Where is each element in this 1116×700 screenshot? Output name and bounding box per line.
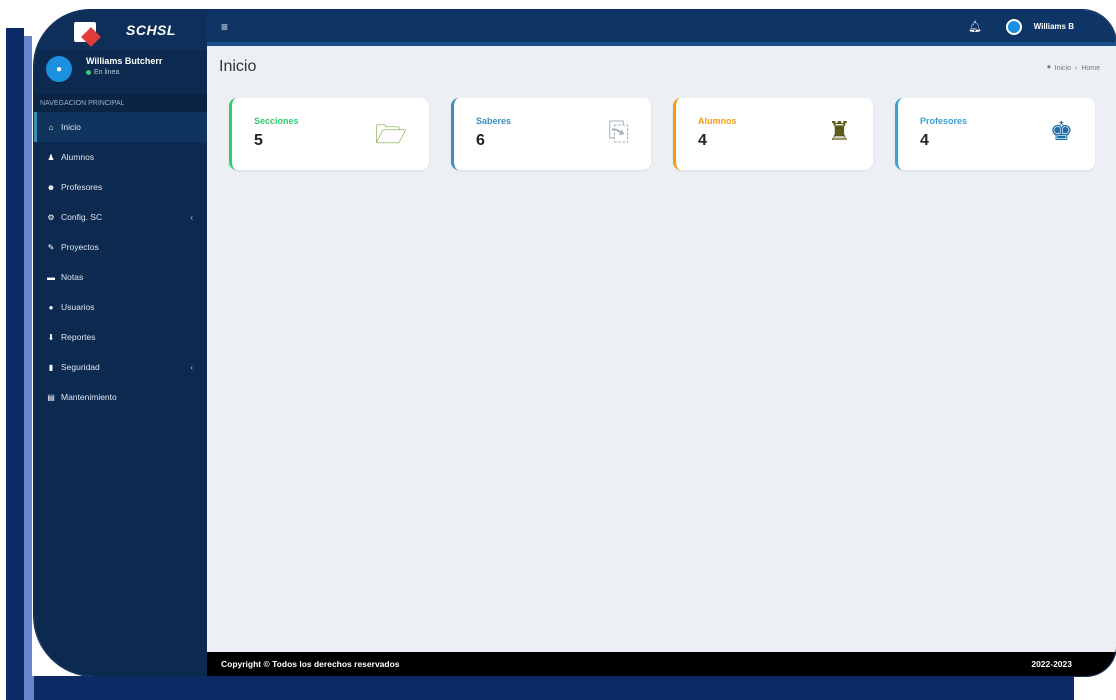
home-icon: ⌂	[48, 122, 54, 132]
database-icon: ▤	[47, 392, 55, 402]
sidebar-item-label: Profesores	[61, 182, 103, 192]
copy-icon: ⎘	[608, 116, 629, 146]
folder-open-icon: 🗁	[374, 119, 407, 149]
sidebar-item-label: Inicio	[61, 122, 81, 132]
sidebar-nav: ⌂ Inicio ♟ Alumnos ☻ Profesores ⚙ Config. SC ‹ ✎ P…	[34, 112, 207, 412]
sidebar-item-label: Proyectos	[61, 242, 99, 252]
bell-icon[interactable]: 🔔︎	[968, 20, 982, 33]
main-content: Inicio ⏺ Inicio › Home Secciones 5 🗁 Sabere…	[207, 50, 1116, 652]
stat-card-label: Alumnos	[698, 116, 737, 126]
user-name: Williams Butcherr	[86, 56, 163, 66]
sidebar-item-alumnos[interactable]: ♟ Alumnos	[34, 142, 207, 172]
user-circle-icon: ●	[48, 302, 54, 312]
sidebar-item-label: Seguridad	[61, 362, 100, 372]
lock-icon: ▮	[48, 362, 54, 372]
avatar: ●	[46, 56, 72, 82]
sidebar-item-label: Usuarios	[61, 302, 95, 312]
stat-card-label: Profesores	[920, 116, 968, 126]
user-status: En linea	[86, 69, 119, 76]
stat-card-value: 6	[476, 132, 485, 149]
sidebar-item-reportes[interactable]: ⬇ Reportes	[34, 322, 207, 352]
sidebar-item-seguridad[interactable]: ▮ Seguridad ‹	[34, 352, 207, 382]
footer-years: 2022-2023	[1031, 659, 1072, 669]
stat-card-value: 5	[254, 132, 263, 149]
decorative-frame-left-inner	[24, 36, 32, 700]
sidebar-item-notas[interactable]: ▬ Notas	[34, 262, 207, 292]
user-status-label: En linea	[94, 69, 120, 76]
stat-cards: Secciones 5 🗁 Saberes 6 ⎘ Alumnos 4 ♜ Profesores 4…	[229, 98, 1095, 170]
sidebar-item-profesores[interactable]: ☻ Profesores	[34, 172, 207, 202]
sidebar: SCHSL ● Williams Butcherr En linea NAVEG…	[34, 10, 207, 676]
stat-card-label: Secciones	[254, 116, 299, 126]
breadcrumb-home[interactable]: Inicio	[1055, 65, 1071, 72]
user-panel: ● Williams Butcherr En linea	[34, 50, 207, 94]
brand[interactable]: SCHSL	[34, 10, 207, 50]
dashboard-icon: ⏺	[1047, 64, 1051, 71]
cogs-icon: ⚙	[47, 212, 55, 222]
stat-card-secciones[interactable]: Secciones 5 🗁	[229, 98, 429, 170]
sidebar-item-label: Config. SC	[61, 212, 103, 222]
stat-card-value: 4	[698, 132, 707, 149]
user-icon: ♟	[47, 152, 55, 162]
page-title: Inicio	[219, 58, 257, 75]
topbar-user-name[interactable]: Williams B	[1034, 22, 1074, 31]
sidebar-item-inicio[interactable]: ⌂ Inicio	[34, 112, 207, 142]
sidebar-item-config-sc[interactable]: ⚙ Config. SC ‹	[34, 202, 207, 232]
chevron-left-icon: ‹	[190, 362, 193, 372]
nav-header: NAVEGACION PRINCIPAL	[34, 94, 207, 112]
brand-title: SCHSL	[126, 22, 176, 38]
stat-card-value: 4	[920, 132, 929, 149]
stat-card-alumnos[interactable]: Alumnos 4 ♜	[673, 98, 873, 170]
sidebar-item-label: Alumnos	[61, 152, 95, 162]
chevron-left-icon: ‹	[190, 212, 193, 222]
brand-logo-icon	[74, 22, 96, 42]
hamburger-menu-icon[interactable]: ≡	[221, 20, 228, 34]
footer: Copyright © Todos los derechos reservado…	[207, 652, 1116, 676]
topbar-avatar[interactable]	[1006, 19, 1022, 35]
decorative-frame-bottom-inner	[24, 676, 34, 700]
sidebar-item-label: Notas	[61, 272, 84, 282]
decorative-frame-bottom	[24, 676, 1074, 700]
sidebar-item-proyectos[interactable]: ✎ Proyectos	[34, 232, 207, 262]
pencil-icon: ✎	[47, 242, 55, 252]
sidebar-item-mantenimiento[interactable]: ▤ Mantenimiento	[34, 382, 207, 412]
stat-card-saberes[interactable]: Saberes 6 ⎘	[451, 98, 651, 170]
sidebar-item-label: Reportes	[61, 332, 96, 342]
users-icon: ☻	[46, 182, 56, 192]
stat-card-profesores[interactable]: Profesores 4 ♚	[895, 98, 1095, 170]
graduation-cap-icon: ▬	[47, 272, 55, 282]
decorative-frame-left	[6, 28, 24, 700]
online-status-icon	[86, 70, 91, 75]
breadcrumb-separator: ›	[1074, 64, 1078, 72]
sidebar-item-usuarios[interactable]: ● Usuarios	[34, 292, 207, 322]
topbar: ≡ 🔔︎ Williams B	[207, 10, 1116, 46]
graduate-icon: ♜	[827, 116, 851, 146]
breadcrumb: ⏺ Inicio › Home	[1047, 64, 1100, 72]
footer-copyright: Copyright © Todos los derechos reservado…	[221, 659, 400, 669]
user-tie-icon: ♚	[1049, 116, 1073, 146]
download-icon: ⬇	[47, 332, 55, 342]
sidebar-item-label: Mantenimiento	[61, 392, 117, 402]
breadcrumb-current: Home	[1081, 64, 1100, 72]
stat-card-label: Saberes	[476, 116, 512, 126]
app-window: SCHSL ● Williams Butcherr En linea NAVEG…	[34, 10, 1116, 676]
